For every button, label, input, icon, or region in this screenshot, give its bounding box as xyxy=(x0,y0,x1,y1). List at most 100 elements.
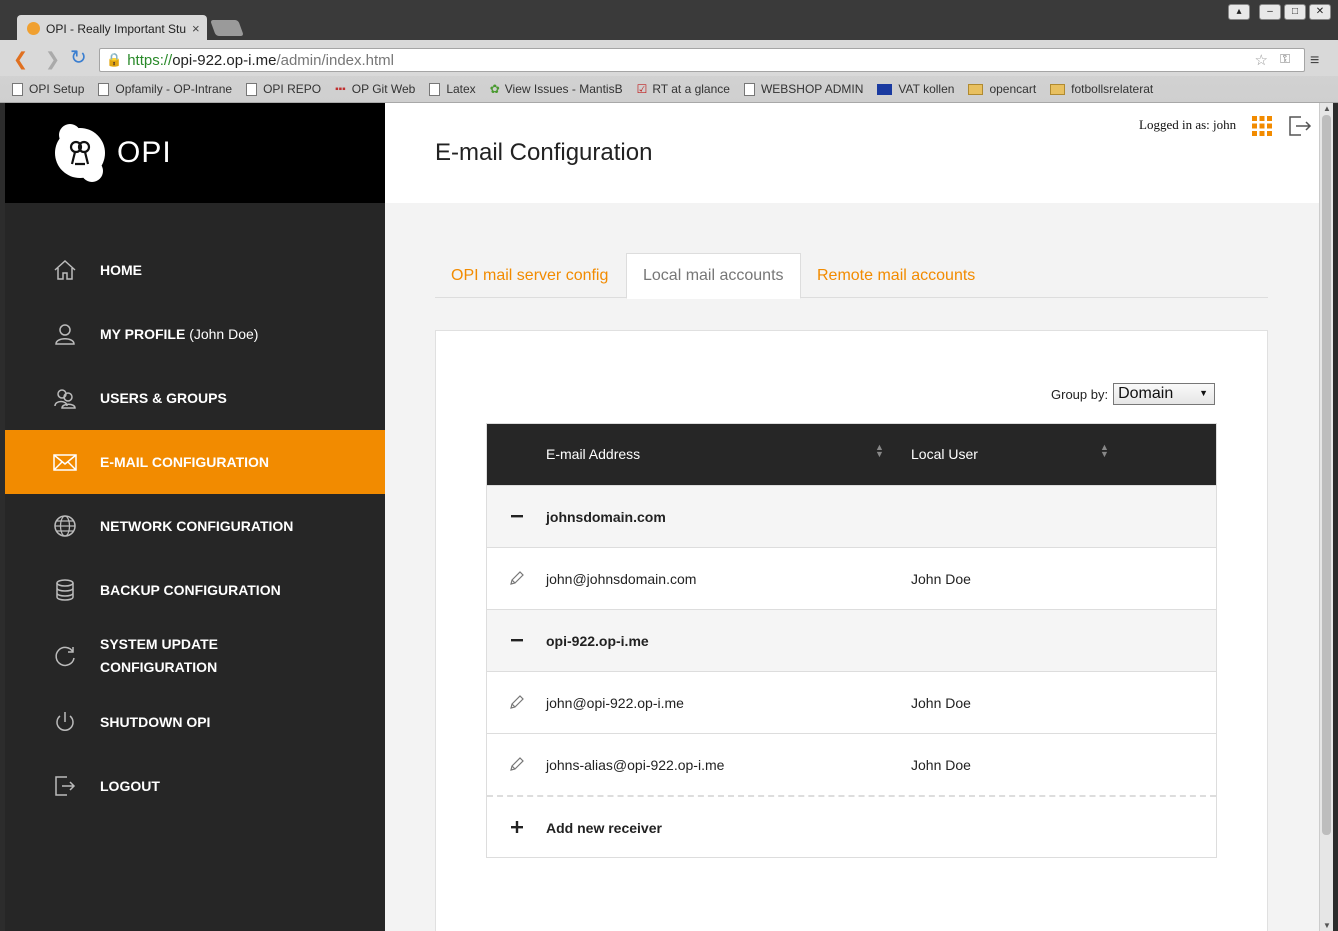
lock-icon: 🔒 xyxy=(106,52,123,67)
minimize-button[interactable]: – xyxy=(1259,4,1281,20)
url-scheme: https:// xyxy=(127,51,173,69)
table-header: E-mail Address ▲ ▼ Local User ▲ ▼ xyxy=(487,424,1216,485)
sidebar-item-network-configuration[interactable]: NETWORK CONFIGURATION xyxy=(5,494,385,558)
forward-arrow-icon[interactable]: ❯ xyxy=(45,49,60,69)
scrollbar-thumb[interactable] xyxy=(1322,115,1331,835)
logout-icon xyxy=(53,774,77,798)
table-row: john@johnsdomain.com John Doe xyxy=(487,547,1216,609)
bookmark-item[interactable]: ☑ RT at a glance xyxy=(637,82,730,96)
key-icon[interactable]: ⚿ xyxy=(1280,51,1290,67)
config-tabs: OPI mail server config Local mail accoun… xyxy=(435,253,1268,299)
home-icon xyxy=(53,258,77,282)
sidebar-item-label: SHUTDOWN OPI xyxy=(100,713,211,730)
back-arrow-icon[interactable]: ❮ xyxy=(13,49,28,69)
scroll-up-icon[interactable]: ▲ xyxy=(1323,104,1331,113)
envelope-icon xyxy=(53,450,77,474)
vertical-scrollbar[interactable]: ▲ ▼ xyxy=(1319,103,1333,931)
add-new-receiver-button[interactable]: Add new receiver xyxy=(546,820,662,836)
collapse-minus-icon[interactable] xyxy=(508,631,526,649)
bookmark-item[interactable]: ✿ View Issues - MantisB xyxy=(490,82,623,96)
sort-icon[interactable]: ▲ ▼ xyxy=(1100,443,1109,459)
power-icon xyxy=(53,710,77,734)
browser-menu-icon[interactable]: ≡ xyxy=(1310,52,1319,70)
bookmark-item[interactable]: ▪▪▪ OP Git Web xyxy=(335,82,415,96)
pencil-edit-icon[interactable] xyxy=(508,755,526,773)
sidebar-item-label: NETWORK CONFIGURATION xyxy=(100,517,294,534)
apps-grid-icon[interactable] xyxy=(1252,116,1272,136)
pencil-edit-icon[interactable] xyxy=(508,569,526,587)
collapse-minus-icon[interactable] xyxy=(508,507,526,525)
page-icon xyxy=(98,82,110,96)
domain-group-row[interactable]: opi-922.op-i.me xyxy=(487,609,1216,671)
tab-strip: OPI - Really Important Stu × ▴ – □ ✕ xyxy=(0,0,1338,42)
column-header-local-user[interactable]: Local User xyxy=(911,446,978,462)
sidebar-item-label-line2: CONFIGURATION xyxy=(100,659,218,675)
bookmark-item[interactable]: WEBSHOP ADMIN xyxy=(743,82,863,96)
bookmark-item[interactable]: Opfamily - OP-Intrane xyxy=(98,82,232,96)
add-new-receiver-row[interactable]: Add new receiver xyxy=(487,795,1216,857)
reload-icon[interactable]: ↻ xyxy=(70,48,87,68)
page-icon xyxy=(743,82,755,96)
sort-icon[interactable]: ▲ ▼ xyxy=(875,443,884,459)
sidebar-item-backup-configuration[interactable]: BACKUP CONFIGURATION xyxy=(5,558,385,622)
git-icon: ▪▪▪ xyxy=(335,83,346,95)
column-header-email[interactable]: E-mail Address xyxy=(546,446,640,462)
group-by-select[interactable]: Domain ▼ xyxy=(1113,383,1216,405)
sidebar-item-home[interactable]: HOME xyxy=(5,238,385,302)
maximize-button[interactable]: □ xyxy=(1284,4,1306,20)
sidebar-item-label: SYSTEM UPDATE xyxy=(100,636,218,652)
local-user: John Doe xyxy=(911,695,971,711)
tab-close-icon[interactable]: × xyxy=(192,21,200,36)
new-tab-button[interactable] xyxy=(210,20,244,36)
bookmark-item[interactable]: VAT kollen xyxy=(877,82,954,96)
sidebar-item-label: HOME xyxy=(100,261,142,278)
browser-chrome: OPI - Really Important Stu × ▴ – □ ✕ ❮ ❯… xyxy=(0,0,1338,103)
sidebar-nav: HOME MY PROFILE (John Doe) USERS & GROUP… xyxy=(5,238,385,818)
bookmark-item[interactable]: OPI REPO xyxy=(246,82,321,96)
sidebar-item-email-configuration[interactable]: E-MAIL CONFIGURATION xyxy=(5,430,385,494)
bookmark-star-icon[interactable]: ☆ xyxy=(1255,51,1268,69)
sidebar-item-label: MY PROFILE xyxy=(100,325,186,342)
local-user: John Doe xyxy=(911,571,971,587)
folder-icon xyxy=(1050,83,1066,95)
header-logout-icon[interactable] xyxy=(1288,115,1312,137)
sidebar-item-system-update-configuration[interactable]: SYSTEM UPDATE CONFIGURATION xyxy=(5,622,385,690)
refresh-icon xyxy=(53,644,77,668)
globe-icon xyxy=(53,514,77,538)
address-bar[interactable]: 🔒 https:// opi-922.op-i.me /admin/index.… xyxy=(99,48,1305,72)
dropdown-arrow-icon: ▼ xyxy=(1199,388,1209,398)
sidebar-item-shutdown-opi[interactable]: SHUTDOWN OPI xyxy=(5,690,385,754)
email-accounts-table: E-mail Address ▲ ▼ Local User ▲ ▼ johnsdom… xyxy=(486,423,1217,858)
bookmark-item[interactable]: OPI Setup xyxy=(12,82,84,96)
plus-icon[interactable] xyxy=(508,818,526,836)
sidebar-item-label: LOGOUT xyxy=(100,777,160,794)
tab-remote-mail-accounts[interactable]: Remote mail accounts xyxy=(801,253,991,298)
sidebar-item-logout[interactable]: LOGOUT xyxy=(5,754,385,818)
domain-group-row[interactable]: johnsdomain.com xyxy=(487,485,1216,547)
local-accounts-panel: Group by: Domain ▼ E-mail Address ▲ ▼ Loc… xyxy=(435,330,1268,931)
tab-opi-mail-server-config[interactable]: OPI mail server config xyxy=(435,253,624,298)
local-user: John Doe xyxy=(911,757,971,773)
sidebar-item-my-profile[interactable]: MY PROFILE (John Doe) xyxy=(5,302,385,366)
group-by-control: Group by: Domain ▼ xyxy=(1051,383,1216,405)
close-window-button[interactable]: ✕ xyxy=(1309,4,1331,20)
bookmark-item[interactable]: fotbollsrelaterat xyxy=(1050,82,1153,96)
scroll-down-icon[interactable]: ▼ xyxy=(1323,921,1331,930)
logged-in-status: Logged in as: john xyxy=(1139,117,1237,132)
pencil-edit-icon[interactable] xyxy=(508,693,526,711)
user-icon xyxy=(53,322,77,346)
sidebar-item-users-groups[interactable]: USERS & GROUPS xyxy=(5,366,385,430)
page-icon xyxy=(246,82,258,96)
sidebar-item-label: USERS & GROUPS xyxy=(100,389,227,406)
bookmark-item[interactable]: Latex xyxy=(429,82,476,96)
user-menu-button[interactable]: ▴ xyxy=(1228,4,1250,20)
tab-local-mail-accounts[interactable]: Local mail accounts xyxy=(626,253,801,299)
logo-area: OPI xyxy=(5,103,385,203)
bookmark-item[interactable]: opencart xyxy=(968,82,1036,96)
page-icon xyxy=(429,82,441,96)
opi-favicon-icon xyxy=(27,22,40,35)
browser-tab[interactable]: OPI - Really Important Stu × xyxy=(17,15,207,42)
database-icon xyxy=(53,578,77,602)
main-content: E-mail Configuration Logged in as: john … xyxy=(385,103,1319,931)
folder-icon xyxy=(968,83,984,95)
